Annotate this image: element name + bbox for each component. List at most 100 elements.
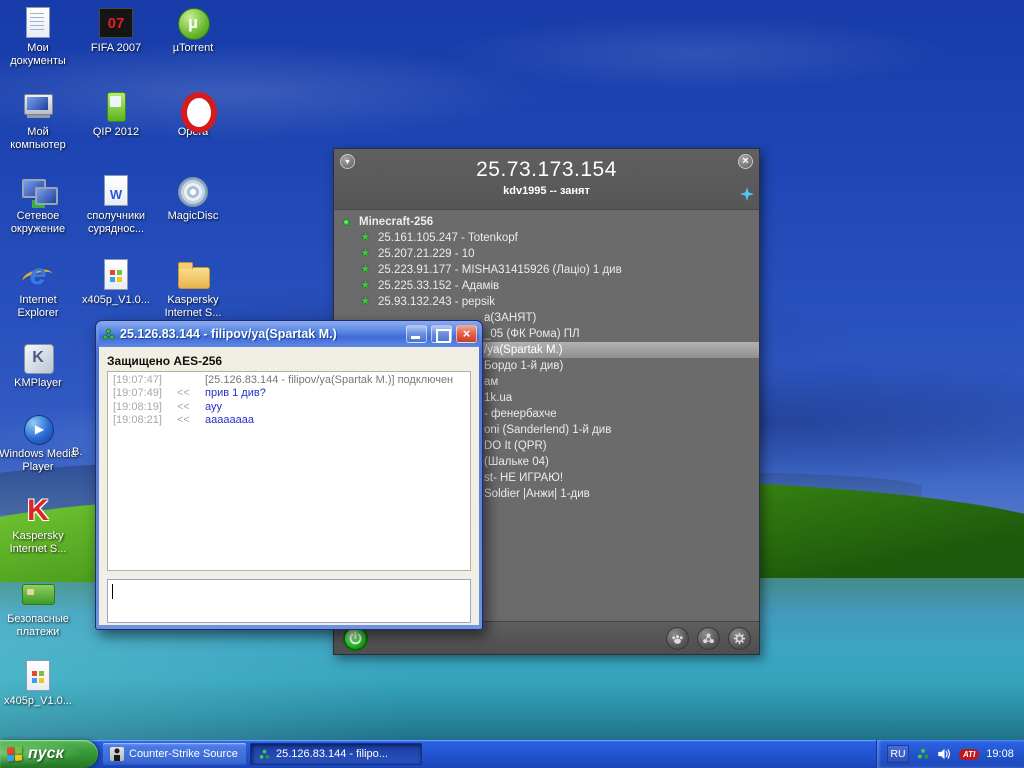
power-icon: [348, 631, 363, 646]
desktop-icon-word-document[interactable]: W сполучники суряднос...: [78, 174, 154, 235]
start-button[interactable]: пуск: [0, 740, 98, 768]
desktop-icon-magicdisc[interactable]: MagicDisc: [155, 174, 231, 223]
desktop-icon-safe-payments[interactable]: Безопасные платежи: [0, 577, 76, 638]
desktop-icon-kmplayer[interactable]: K KMPlayer: [0, 341, 76, 390]
chat-body: Защищено AES-256 [19:07:47] [25.126.83.1…: [99, 347, 479, 625]
member-row[interactable]: 25.225.33.152 - Адамів: [334, 278, 759, 294]
windows-flag-icon: [7, 746, 22, 761]
member-online-star-icon: [361, 246, 370, 262]
member-row[interactable]: 25.207.21.229 - 10: [334, 246, 759, 262]
chat-paw-button[interactable]: [666, 627, 689, 650]
hamachi-network-icon: [701, 631, 716, 646]
hamachi-close-button[interactable]: [738, 154, 753, 169]
ati-tray-icon[interactable]: ATI: [959, 749, 979, 760]
icon-label: сполучники суряднос...: [78, 210, 154, 235]
icon-label: Мои документы: [0, 42, 76, 67]
member-online-star-icon: [361, 230, 370, 246]
safe-payments-icon: [21, 577, 55, 611]
chat-message: [19:07:47] [25.126.83.144 - filipov/ya(S…: [113, 374, 465, 387]
folder-icon: [176, 258, 210, 292]
icon-label: FIFA 2007: [78, 42, 154, 55]
desktop-icon-fifa-2007[interactable]: 07 FIFA 2007: [78, 6, 154, 55]
desktop: Мои документы Мой компьютер Сетевое окру…: [0, 0, 1024, 768]
member-row[interactable]: 25.93.132.243 - pepsik: [334, 294, 759, 310]
taskbar: пуск Counter-Strike Source 25.126.83.144…: [0, 740, 1024, 768]
opera-icon: [176, 90, 210, 124]
icon-label: Мой компьютер: [0, 126, 76, 151]
icon-label: x405p_V1.0...: [78, 294, 154, 307]
member-online-star-icon: [361, 262, 370, 278]
setup-file-icon: [21, 659, 55, 693]
settings-button[interactable]: [728, 627, 751, 650]
icon-label: Сетевое окружение: [0, 210, 76, 235]
chat-message: [19:08:19] << ауу: [113, 401, 465, 414]
taskbar-task-counter-strike[interactable]: Counter-Strike Source: [103, 743, 246, 765]
my-computer-icon: [21, 90, 55, 124]
network-online-dot: [343, 219, 350, 226]
icon-label: KMPlayer: [0, 377, 76, 390]
hamachi-tray-icon[interactable]: [916, 747, 930, 761]
hamachi-header: 25.73.173.154 kdv1995 -- занят: [334, 149, 759, 210]
message-text: ауу: [205, 401, 222, 414]
network-places-icon: [21, 174, 55, 208]
message-direction: [177, 374, 205, 387]
message-timestamp: [19:08:19]: [113, 401, 177, 414]
hamachi-menu-button[interactable]: [340, 154, 355, 169]
hamachi-logo-icon: [101, 327, 116, 342]
hamachi-identity-status: kdv1995 -- занят: [334, 185, 759, 197]
language-indicator[interactable]: RU: [887, 745, 909, 763]
close-button[interactable]: [456, 325, 477, 343]
desktop-icon-opera[interactable]: Opera: [155, 90, 231, 139]
setup-file-icon: [99, 258, 133, 292]
desktop-icon-utorrent[interactable]: µ µTorrent: [155, 6, 231, 55]
icon-label: Windows Media Player: [0, 448, 78, 473]
icon-label: Kaspersky Internet S...: [155, 294, 231, 319]
desktop-icon-my-documents[interactable]: Мои документы: [0, 6, 76, 67]
chat-titlebar: 25.126.83.144 - filipov/ya(Spartak M.): [99, 321, 479, 347]
word-document-icon: W: [99, 174, 133, 208]
desktop-icon-x405p-2[interactable]: x405p_V1.0...: [0, 659, 76, 708]
chat-window: 25.126.83.144 - filipov/ya(Spartak M.) З…: [95, 320, 483, 630]
message-text: аааааааа: [205, 414, 254, 427]
counter-strike-icon: [110, 747, 124, 761]
volume-icon[interactable]: [937, 747, 952, 761]
desktop-icon-x405p[interactable]: x405p_V1.0...: [78, 258, 154, 307]
chat-message: [19:07:49] << прив 1 див?: [113, 387, 465, 400]
chat-message: [19:08:21] << аааааааа: [113, 414, 465, 427]
network-button[interactable]: [697, 627, 720, 650]
minimize-button[interactable]: [406, 325, 427, 343]
desktop-icon-internet-explorer[interactable]: e Internet Explorer: [0, 258, 76, 319]
desktop-icon-windows-media-player[interactable]: ▶ Windows Media Player: [0, 412, 76, 473]
sparkle-icon: [740, 187, 754, 201]
system-tray: RU ATI 19:08: [876, 740, 1024, 768]
desktop-icon-my-computer[interactable]: Мой компьютер: [0, 90, 76, 151]
hamachi-own-ip: 25.73.173.154: [334, 149, 759, 182]
chat-input[interactable]: [107, 579, 471, 623]
partially-hidden-icon-label[interactable]: B.: [72, 446, 82, 458]
windows-media-player-icon: ▶: [21, 412, 55, 446]
member-row[interactable]: 25.161.105.247 - Totenkopf: [334, 230, 759, 246]
start-button-label: пуск: [28, 745, 64, 763]
text-caret: [112, 584, 113, 599]
magicdisc-icon: [176, 174, 210, 208]
maximize-button[interactable]: [431, 325, 452, 343]
kaspersky-icon: K: [21, 494, 55, 528]
chat-log[interactable]: [19:07:47] [25.126.83.144 - filipov/ya(S…: [107, 371, 471, 571]
message-direction: <<: [177, 401, 205, 414]
desktop-icon-kaspersky-app[interactable]: K Kaspersky Internet S...: [0, 494, 76, 555]
desktop-icon-network-places[interactable]: Сетевое окружение: [0, 174, 76, 235]
member-online-star-icon: [361, 294, 370, 310]
desktop-icon-kaspersky-folder[interactable]: Kaspersky Internet S...: [155, 258, 231, 319]
icon-label: Безопасные платежи: [0, 613, 76, 638]
desktop-icon-qip-2012[interactable]: QIP 2012: [78, 90, 154, 139]
taskbar-task-chat-active[interactable]: 25.126.83.144 - filipo...: [250, 743, 422, 765]
encryption-status: Защищено AES-256: [99, 347, 479, 371]
icon-label: µTorrent: [155, 42, 231, 55]
message-timestamp: [19:07:47]: [113, 374, 177, 387]
member-row[interactable]: 25.223.91.177 - MISHA31415926 (Лаціо) 1 …: [334, 262, 759, 278]
paw-icon: [670, 631, 685, 646]
taskbar-clock[interactable]: 19:08: [986, 748, 1014, 760]
network-name: Minecraft-256: [359, 216, 433, 228]
utorrent-icon: µ: [176, 6, 210, 40]
network-row[interactable]: Minecraft-256: [334, 214, 759, 230]
